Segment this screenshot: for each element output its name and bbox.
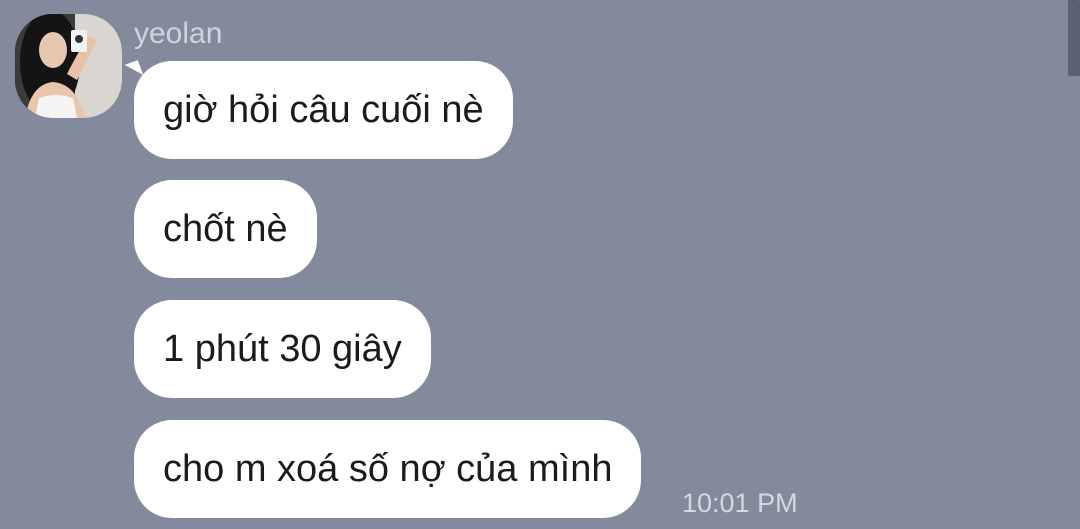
contact-avatar[interactable]	[15, 14, 122, 118]
message-bubble[interactable]: 1 phút 30 giây	[134, 300, 431, 398]
message-bubble[interactable]: cho m xoá số nợ của mình	[134, 420, 642, 518]
message-timestamp: 10:01 PM	[682, 488, 798, 518]
message-bubble[interactable]: chốt nè	[134, 180, 317, 278]
scrollbar[interactable]	[1068, 0, 1080, 76]
sender-name: yeolan	[134, 17, 223, 50]
profile-photo-icon	[15, 14, 122, 118]
message-bubble[interactable]: giờ hỏi câu cuối nè	[134, 61, 513, 159]
